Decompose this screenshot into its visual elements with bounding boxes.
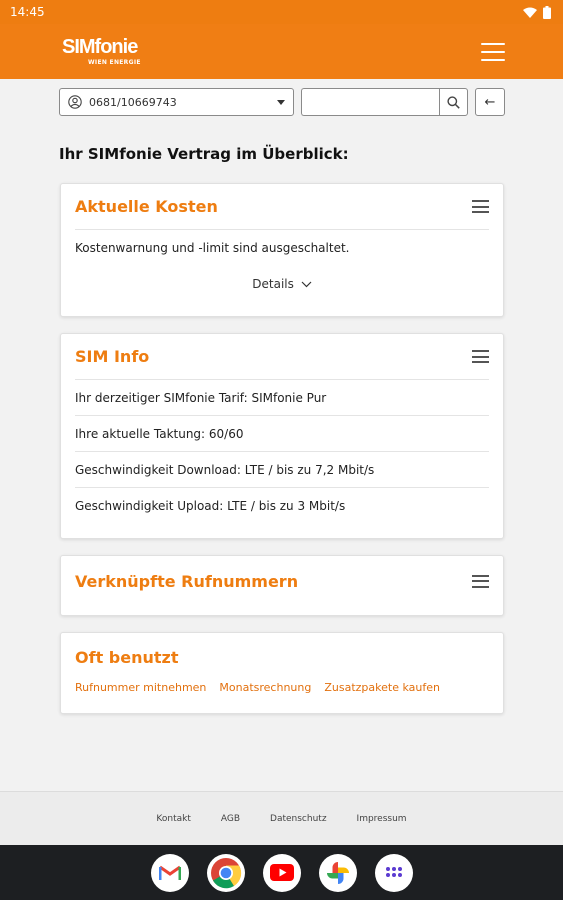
search-button[interactable]: [439, 88, 468, 116]
battery-icon: [543, 5, 551, 19]
details-toggle[interactable]: Details: [75, 277, 489, 291]
costs-card-title: Aktuelle Kosten: [75, 197, 218, 216]
sim-info-download-speed: Geschwindigkeit Download: LTE / bis zu 7…: [75, 452, 489, 488]
sim-info-card-header: SIM Info: [75, 334, 489, 380]
costs-card-header: Aktuelle Kosten: [75, 184, 489, 230]
frequent-card-header: Oft benutzt: [75, 633, 489, 681]
logo-text: SIMfonie: [62, 36, 138, 58]
footer-link-datenschutz[interactable]: Datenschutz: [270, 814, 327, 824]
costs-menu-icon[interactable]: [472, 200, 489, 213]
costs-status-text: Kostenwarnung und -limit sind ausgeschal…: [75, 241, 350, 255]
sim-info-tariff: Ihr derzeitiger SIMfonie Tarif: SIMfonie…: [75, 380, 489, 416]
linked-numbers-card: Verknüpfte Rufnummern: [60, 555, 504, 616]
linked-numbers-card-header: Verknüpfte Rufnummern: [75, 556, 489, 606]
link-monatsrechnung[interactable]: Monatsrechnung: [219, 681, 311, 694]
sim-info-card-title: SIM Info: [75, 347, 150, 366]
frequent-card: Oft benutzt Rufnummer mitnehmen Monatsre…: [60, 632, 504, 714]
sim-info-upload-speed: Geschwindigkeit Upload: LTE / bis zu 3 M…: [75, 499, 346, 513]
page-title: Ihr SIMfonie Vertrag im Überblick:: [59, 145, 349, 163]
hamburger-menu-icon[interactable]: [481, 42, 505, 61]
number-select[interactable]: 0681/10669743: [59, 88, 294, 116]
details-label: Details: [252, 277, 294, 291]
wifi-icon: [523, 7, 537, 18]
chevron-down-icon: [277, 99, 285, 105]
link-zusatzpakete-kaufen[interactable]: Zusatzpakete kaufen: [324, 681, 440, 694]
app-header: SIMfonie WIEN ENERGIE: [0, 24, 563, 79]
search-icon: [447, 95, 460, 109]
link-rufnummer-mitnehmen[interactable]: Rufnummer mitnehmen: [75, 681, 206, 694]
status-icons: [523, 5, 551, 19]
linked-numbers-card-title: Verknüpfte Rufnummern: [75, 571, 299, 591]
status-bar: 14:45: [0, 0, 563, 24]
back-button[interactable]: ←: [475, 88, 505, 116]
chrome-icon[interactable]: [206, 853, 245, 892]
footer-link-agb[interactable]: AGB: [221, 814, 240, 824]
frequent-links: Rufnummer mitnehmen Monatsrechnung Zusat…: [75, 681, 489, 694]
simfonie-logo[interactable]: SIMfonie WIEN ENERGIE: [62, 37, 141, 66]
user-circle-icon: [68, 95, 82, 109]
logo-subtext: WIEN ENERGIE: [88, 59, 141, 66]
app-dock: [0, 845, 563, 900]
chevron-down-icon: [301, 281, 312, 288]
youtube-icon[interactable]: [262, 853, 301, 892]
gmail-icon[interactable]: [150, 853, 189, 892]
sim-info-billing-interval: Ihre aktuelle Taktung: 60/60: [75, 416, 489, 452]
linked-numbers-menu-icon[interactable]: [472, 574, 489, 588]
app-drawer-icon[interactable]: [374, 853, 413, 892]
main-content: 0681/10669743 ← Ihr SIMfonie Vertrag im …: [0, 79, 563, 791]
footer-link-impressum[interactable]: Impressum: [357, 814, 407, 824]
selected-number: 0681/10669743: [89, 95, 177, 109]
frequent-card-title: Oft benutzt: [75, 647, 179, 667]
sim-info-menu-icon[interactable]: [472, 350, 489, 363]
toolbar: 0681/10669743 ←: [59, 88, 505, 116]
search-input[interactable]: [301, 88, 439, 116]
sim-info-card: SIM Info Ihr derzeitiger SIMfonie Tarif:…: [60, 333, 504, 539]
page-footer: Kontakt AGB Datenschutz Impressum: [0, 791, 563, 845]
costs-card: Aktuelle Kosten Kostenwarnung und -limit…: [60, 183, 504, 317]
status-time: 14:45: [10, 5, 45, 19]
photos-icon[interactable]: [318, 853, 357, 892]
footer-link-kontakt[interactable]: Kontakt: [156, 814, 190, 824]
